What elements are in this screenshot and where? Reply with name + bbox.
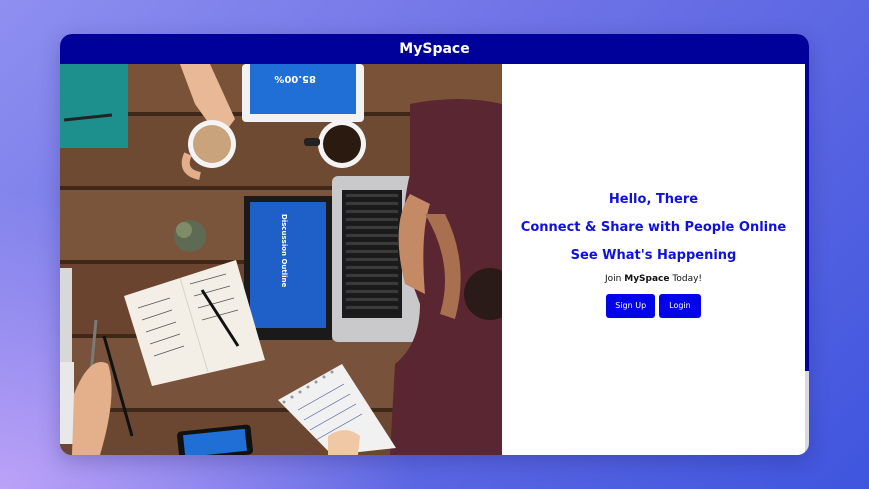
join-text: Join MySpace Today!: [605, 274, 702, 284]
auth-buttons: Sign Up Login: [606, 293, 701, 318]
hero-photo: 85.00% Discussion Outline: [60, 64, 502, 455]
app-window: MySpace 85.00% Discussion Outline Hello,…: [60, 34, 809, 455]
tagline-heading: Connect & Share with People Online: [520, 219, 787, 235]
app-title: MySpace: [399, 41, 470, 57]
tablet-device: 85.00%: [242, 64, 364, 122]
greeting-heading: Hello, There: [608, 191, 699, 207]
join-brand: MySpace: [624, 273, 670, 284]
join-prefix: Join: [604, 273, 622, 284]
app-title-bar: MySpace: [60, 34, 809, 64]
tablet-screen-text: 85.00%: [274, 73, 316, 84]
welcome-panel: Hello, There Connect & Share with People…: [502, 64, 809, 455]
login-button[interactable]: Login: [659, 293, 701, 318]
teal-notebook: [60, 64, 128, 148]
sign-up-button[interactable]: Sign Up: [606, 293, 656, 318]
scrollbar-track[interactable]: [805, 371, 809, 455]
main-content: 85.00% Discussion Outline Hello, There C…: [60, 64, 809, 455]
subtagline-heading: See What's Happening: [570, 247, 737, 263]
laptop-screen-text: Discussion Outline: [280, 214, 288, 288]
join-suffix: Today!: [672, 273, 703, 284]
